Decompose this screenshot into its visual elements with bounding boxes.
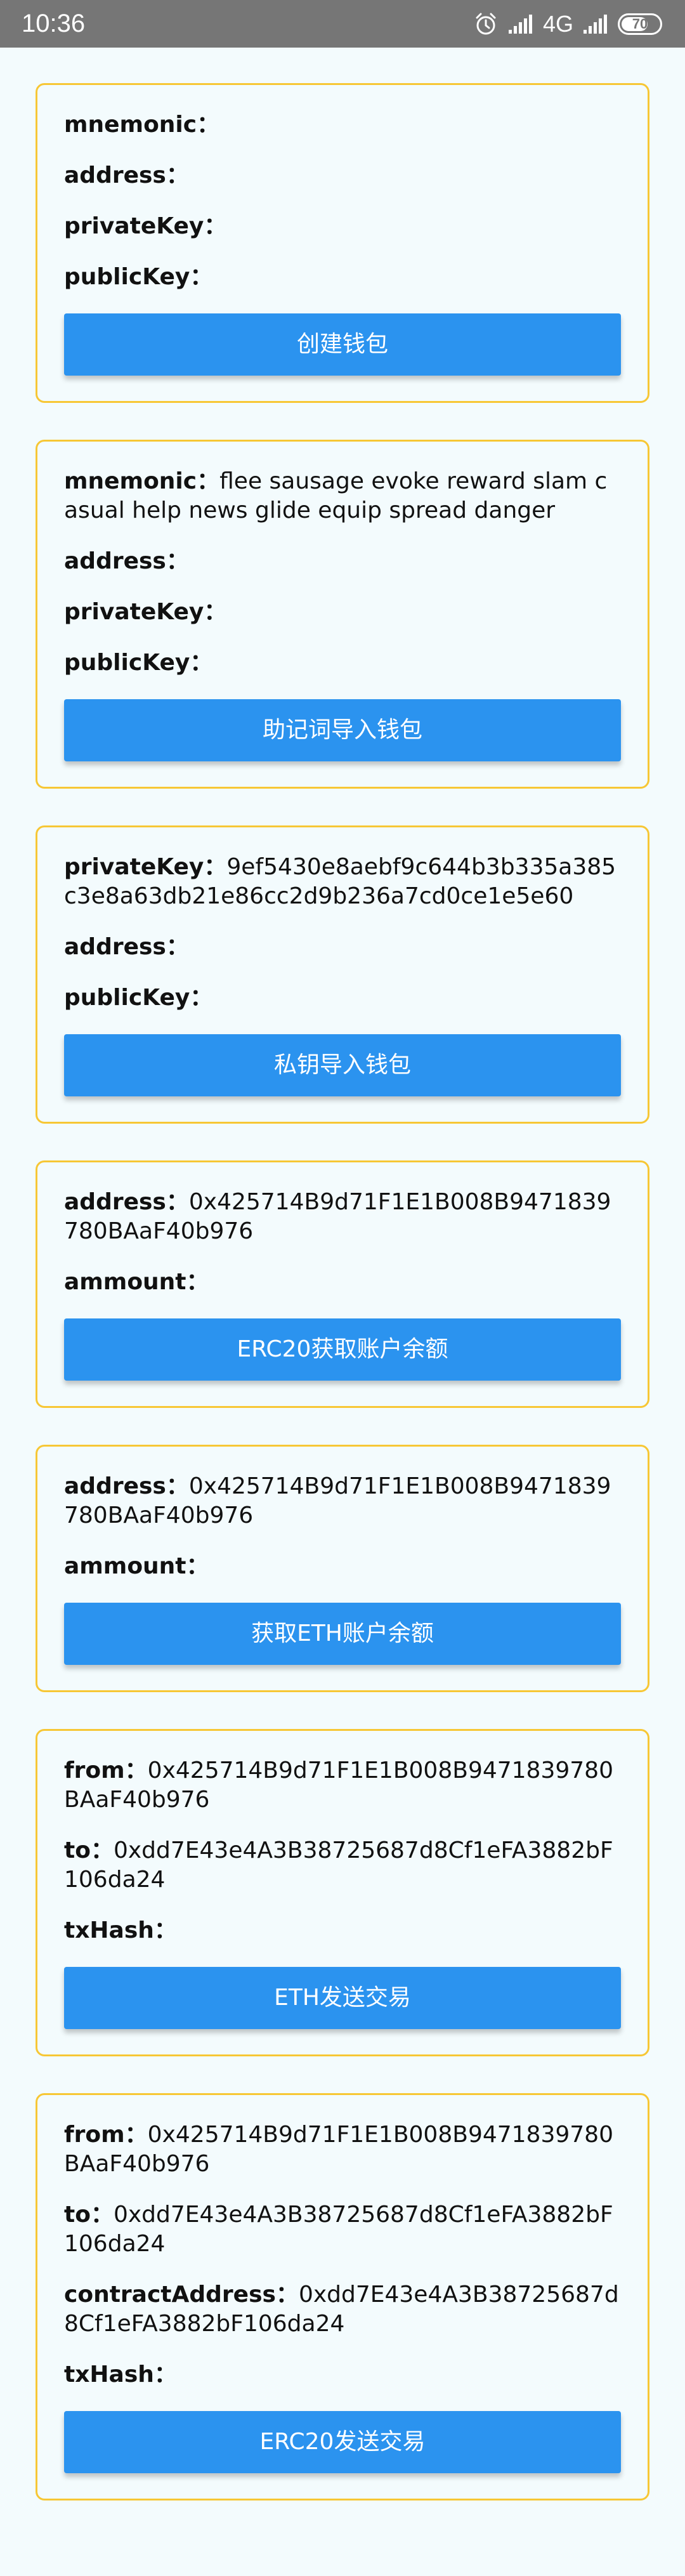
battery-icon: 70 [618, 13, 662, 35]
network-type-label: 4G [542, 11, 573, 37]
field-label: ammount： [64, 1269, 209, 1295]
status-icons: 4G 70 [473, 9, 662, 39]
from-field: from：0x425714B9d71F1E1B008B9471839780BAa… [64, 1756, 621, 1815]
private-key-field: privateKey： [64, 212, 621, 241]
field-label: privateKey： [64, 599, 227, 625]
create-wallet-button[interactable]: 创建钱包 [64, 313, 621, 376]
private-key-field: privateKey： [64, 598, 621, 627]
eth-transfer-card: from：0x425714B9d71F1E1B008B9471839780BAa… [36, 1729, 649, 2056]
from-field: from：0x425714B9d71F1E1B008B9471839780BAa… [64, 2120, 621, 2179]
battery-percent: 70 [632, 16, 648, 32]
wallet-actions-list: mnemonic： address： privateKey： publicKey… [0, 83, 685, 2537]
to-field: to：0xdd7E43e4A3B38725687d8Cf1eFA3882bF10… [64, 1836, 621, 1895]
field-label: to： [64, 2202, 114, 2228]
to-field: to：0xdd7E43e4A3B38725687d8Cf1eFA3882bF10… [64, 2200, 621, 2259]
amount-field: ammount： [64, 1268, 621, 1297]
public-key-field: publicKey： [64, 983, 621, 1013]
private-key-import-button[interactable]: 私钥导入钱包 [64, 1034, 621, 1096]
field-label: address： [64, 1473, 189, 1499]
private-key-import-card: privateKey：9ef5430e8aebf9c644b3b335a385c… [36, 825, 649, 1124]
field-value: 0xdd7E43e4A3B38725687d8Cf1eFA3882bF106da… [64, 2202, 613, 2257]
address-field: address： [64, 933, 621, 962]
mnemonic-field: mnemonic： [64, 110, 621, 140]
eth-balance-button[interactable]: 获取ETH账户余额 [64, 1603, 621, 1665]
public-key-field: publicKey： [64, 263, 621, 292]
address-field: address：0x425714B9d71F1E1B008B9471839780… [64, 1472, 621, 1530]
mnemonic-import-card: mnemonic：flee sausage evoke reward slam … [36, 440, 649, 789]
tx-hash-field: txHash： [64, 2360, 621, 2389]
erc20-balance-card: address：0x425714B9d71F1E1B008B9471839780… [36, 1160, 649, 1408]
eth-balance-card: address：0x425714B9d71F1E1B008B9471839780… [36, 1445, 649, 1692]
field-label: ammount： [64, 1553, 209, 1579]
address-field: address：0x425714B9d71F1E1B008B9471839780… [64, 1188, 621, 1246]
mnemonic-import-button[interactable]: 助记词导入钱包 [64, 699, 621, 761]
contract-address-field: contractAddress：0xdd7E43e4A3B38725687d8C… [64, 2280, 621, 2339]
field-label: txHash： [64, 1917, 177, 1943]
erc20-send-button[interactable]: ERC20发送交易 [64, 2411, 621, 2473]
field-label: mnemonic： [64, 468, 220, 494]
erc20-transfer-card: from：0x425714B9d71F1E1B008B9471839780BAa… [36, 2093, 649, 2500]
field-label: from： [64, 2122, 148, 2148]
signal-icon [582, 13, 609, 35]
address-field: address： [64, 161, 621, 190]
field-label: to： [64, 1837, 114, 1863]
field-label: address： [64, 548, 189, 574]
status-time: 10:36 [22, 10, 86, 37]
field-label: privateKey： [64, 213, 227, 239]
field-label: address： [64, 934, 189, 960]
status-bar: 10:36 4G 70 [0, 0, 685, 48]
field-label: contractAddress： [64, 2282, 299, 2308]
erc20-balance-button[interactable]: ERC20获取账户余额 [64, 1318, 621, 1381]
field-label: privateKey： [64, 854, 227, 880]
mnemonic-field: mnemonic：flee sausage evoke reward slam … [64, 467, 621, 525]
alarm-icon [473, 11, 499, 37]
field-label: publicKey： [64, 264, 213, 290]
field-label: address： [64, 162, 189, 188]
field-label: address： [64, 1189, 189, 1215]
public-key-field: publicKey： [64, 648, 621, 678]
field-label: from： [64, 1758, 148, 1784]
tx-hash-field: txHash： [64, 1916, 621, 1945]
signal-icon [507, 13, 534, 35]
field-label: txHash： [64, 2362, 177, 2388]
field-label: mnemonic： [64, 112, 220, 138]
eth-send-button[interactable]: ETH发送交易 [64, 1967, 621, 2029]
field-label: publicKey： [64, 985, 213, 1011]
field-value: 0xdd7E43e4A3B38725687d8Cf1eFA3882bF106da… [64, 1837, 613, 1893]
create-wallet-card: mnemonic： address： privateKey： publicKey… [36, 83, 649, 403]
amount-field: ammount： [64, 1552, 621, 1581]
private-key-field: privateKey：9ef5430e8aebf9c644b3b335a385c… [64, 853, 621, 911]
address-field: address： [64, 547, 621, 576]
field-label: publicKey： [64, 650, 213, 676]
